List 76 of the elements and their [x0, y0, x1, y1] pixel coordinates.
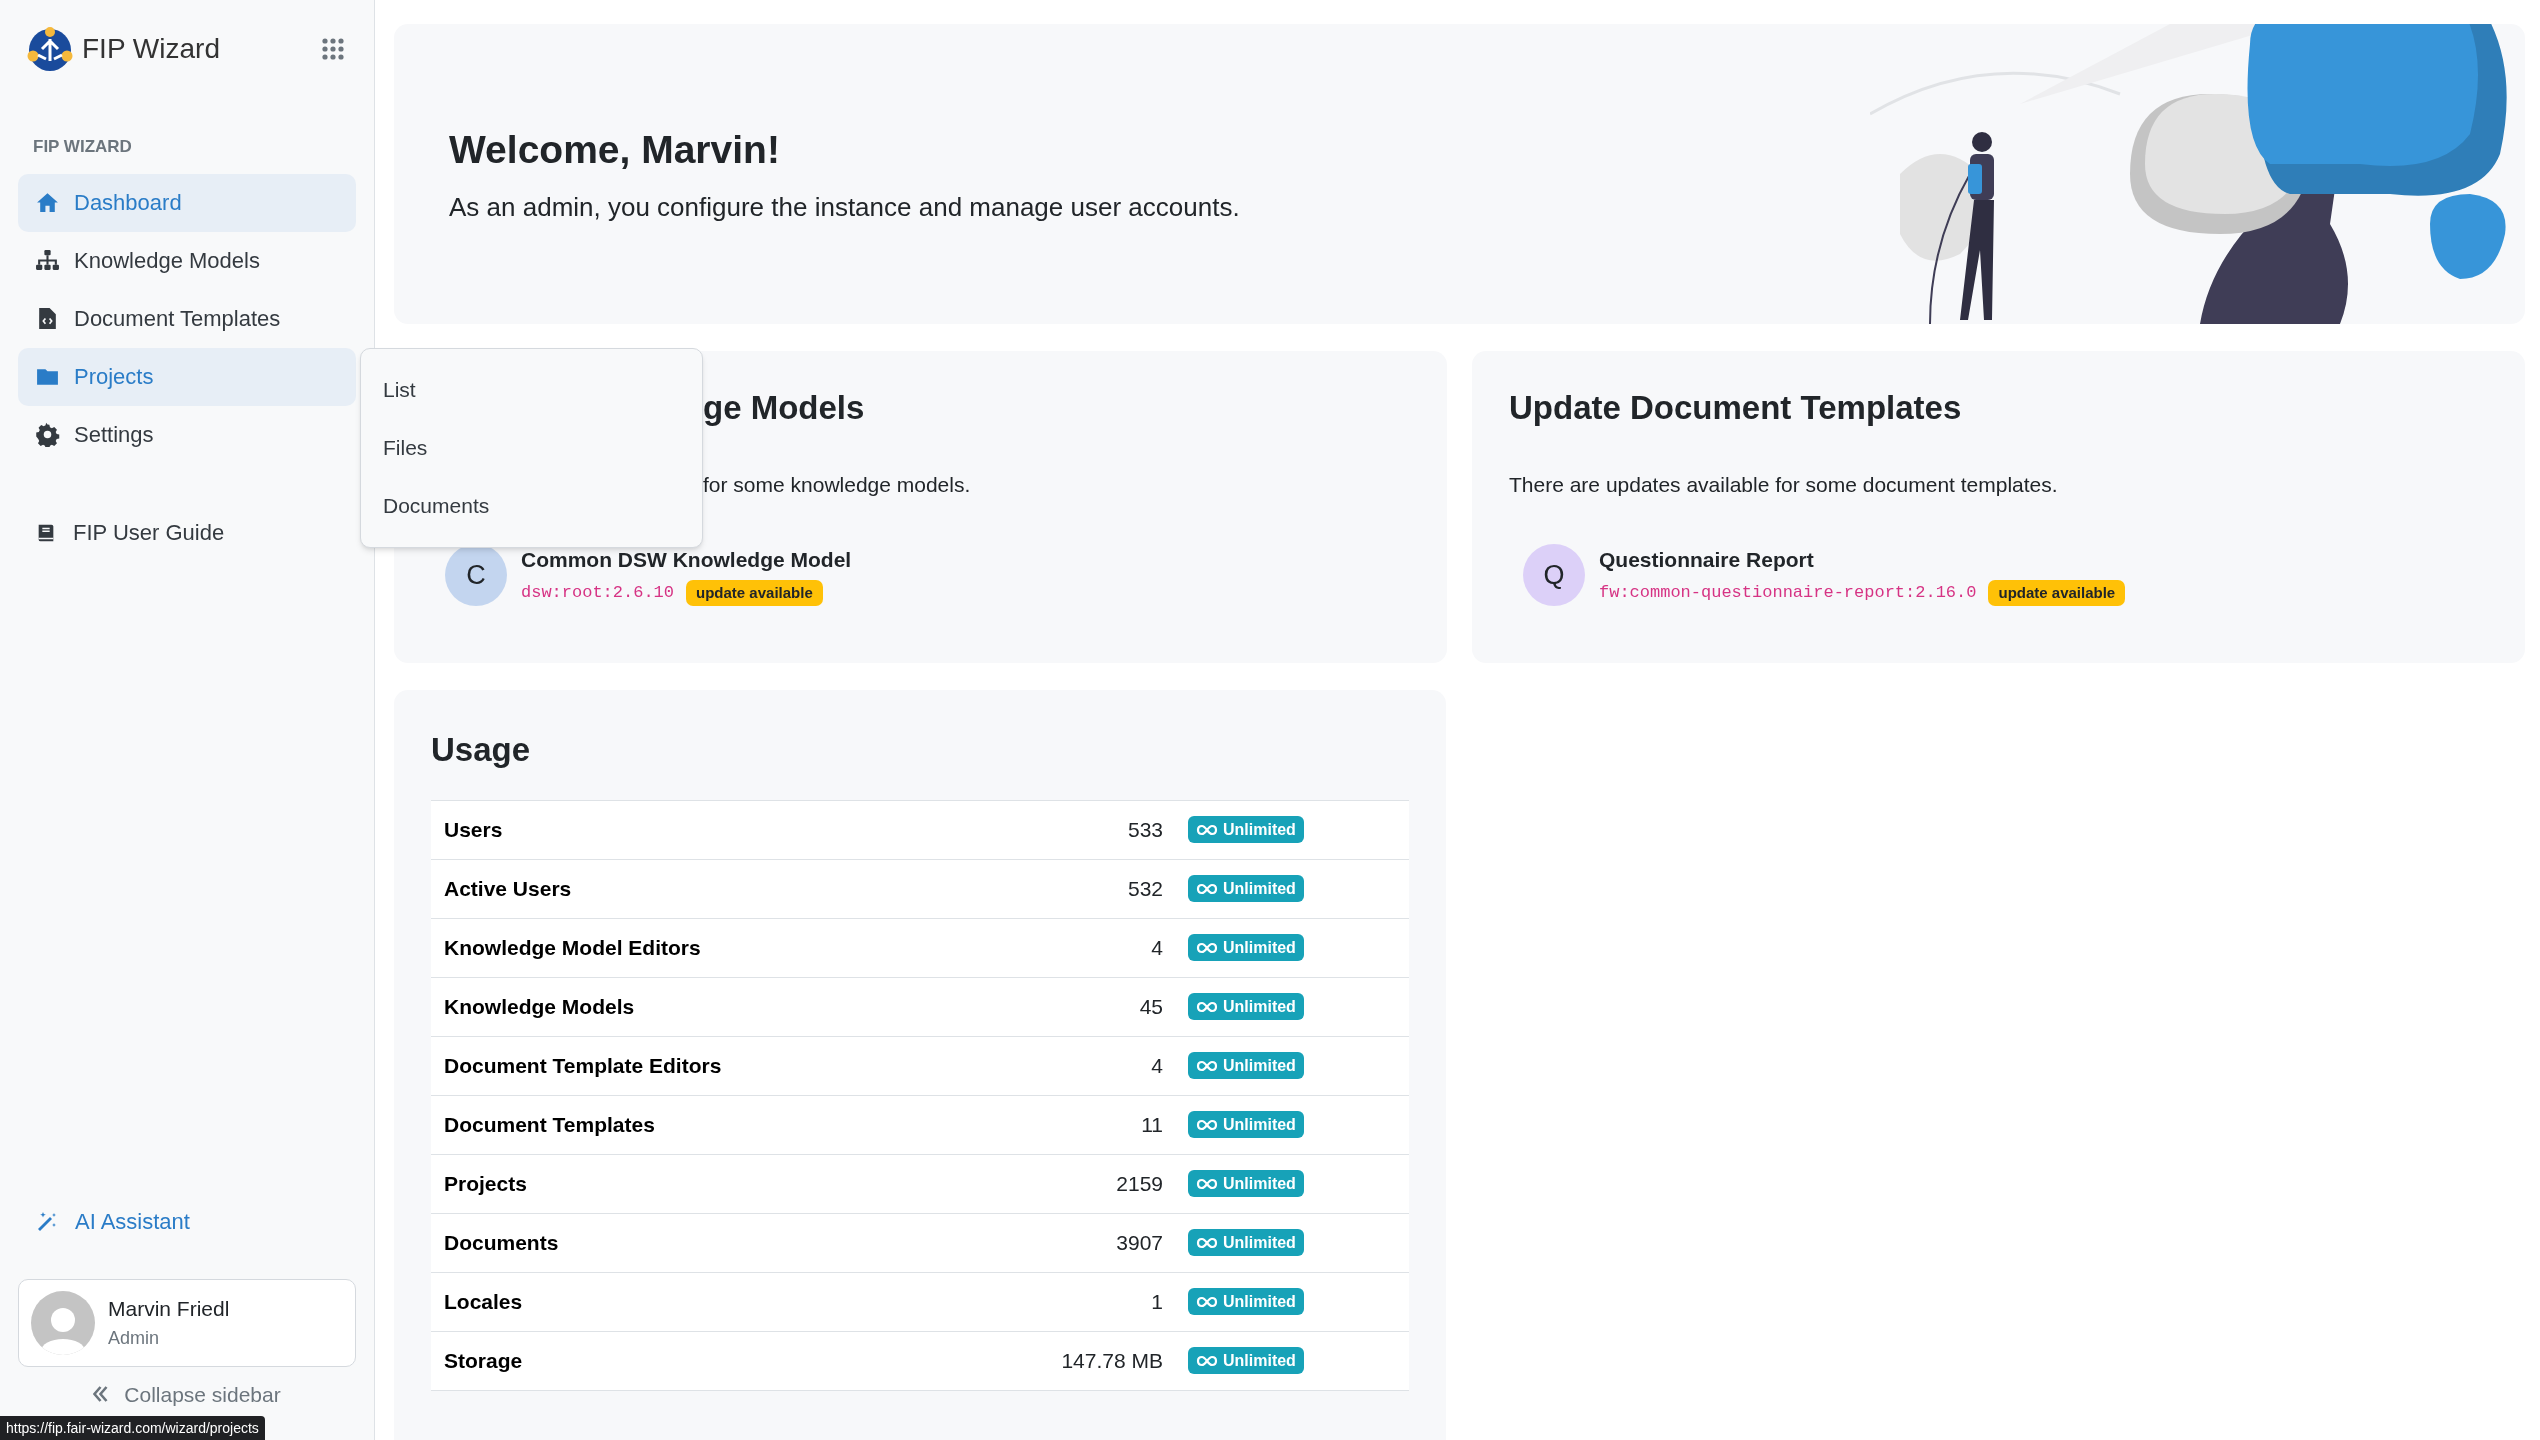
usage-label: Projects — [444, 1170, 528, 1197]
usage-value: 147.78 MB — [1060, 1347, 1163, 1374]
usage-label: Active Users — [444, 875, 573, 902]
limit-badge: Unlimited — [1188, 816, 1304, 843]
nav-item[interactable]: Settings — [18, 405, 356, 464]
usage-value: 2159 — [1115, 1170, 1163, 1197]
item-name[interactable]: Common DSW Knowledge Model — [521, 544, 852, 576]
usage-label: Document Templates — [444, 1111, 656, 1138]
settings-icon — [35, 422, 60, 447]
usage-value: 3907 — [1115, 1229, 1163, 1256]
usage-label: Documents — [444, 1229, 560, 1256]
usage-value: 11 — [1140, 1111, 1163, 1138]
limit-badge: Unlimited — [1188, 1170, 1304, 1197]
avatar-initial: Q — [1523, 544, 1585, 606]
usage-value: 1 — [1150, 1288, 1163, 1315]
item-id: fw:common-questionnaire-report:2.16.0 — [1599, 582, 1977, 604]
user-guide-link[interactable]: FIP User Guide — [18, 503, 356, 562]
infinity-icon — [1196, 1354, 1218, 1367]
infinity-icon — [1196, 823, 1218, 836]
infinity-icon — [1196, 1177, 1218, 1190]
infinity-icon — [1196, 1059, 1218, 1072]
item-id: dsw:root:2.6.10 — [521, 582, 675, 604]
usage-label: Document Template Editors — [444, 1052, 723, 1079]
limit-badge: Unlimited — [1188, 1111, 1304, 1138]
card-description: There are updates available for some document templates. — [1509, 471, 2059, 498]
limit-badge: Unlimited — [1188, 934, 1304, 961]
limit-badge: Unlimited — [1188, 875, 1304, 902]
infinity-icon — [1196, 1236, 1218, 1249]
home-icon — [35, 190, 60, 215]
usage-value: 4 — [1150, 1052, 1163, 1079]
logo-icon — [26, 25, 74, 73]
limit-badge: Unlimited — [1188, 1288, 1304, 1315]
usage-value: 533 — [1126, 816, 1163, 843]
usage-value: 532 — [1126, 875, 1163, 902]
usage-label: Storage — [444, 1347, 524, 1374]
nav-item[interactable]: Document Templates — [18, 289, 356, 348]
submenu-item[interactable]: Files — [361, 419, 702, 477]
card-description: for some knowledge models. — [703, 471, 972, 498]
status-badge: update available — [686, 579, 823, 606]
usage-title: Usage — [431, 730, 532, 770]
limit-badge: Unlimited — [1188, 993, 1304, 1020]
submenu-item[interactable]: List — [361, 361, 702, 419]
usage-label: Knowledge Models — [444, 993, 636, 1020]
user-role: Admin — [108, 1326, 161, 1350]
double-chevron-icon — [93, 1385, 109, 1404]
section-label: FIP WIZARD — [32, 136, 133, 158]
user-name: Marvin Friedl — [108, 1296, 230, 1323]
status-badge: update available — [1988, 579, 2126, 606]
sitemap-icon — [35, 248, 60, 273]
usage-value: 4 — [1150, 934, 1163, 961]
usage-value: 45 — [1138, 993, 1163, 1020]
collapse-sidebar-button[interactable]: Collapse sidebar — [93, 1378, 281, 1410]
usage-label: Knowledge Model Editors — [444, 934, 702, 961]
usage-label: Users — [444, 816, 504, 843]
ai-assistant-link[interactable]: AI Assistant — [18, 1192, 356, 1251]
app-name: FIP Wizard — [82, 32, 220, 66]
nav-item[interactable]: Projects — [18, 347, 356, 406]
infinity-icon — [1196, 1118, 1218, 1131]
welcome-title: Welcome, Marvin! — [449, 127, 781, 174]
infinity-icon — [1196, 1295, 1218, 1308]
submenu-item[interactable]: Documents — [361, 477, 702, 535]
nav-item[interactable]: Dashboard — [18, 173, 356, 232]
user-profile-card[interactable]: Marvin Friedl Admin — [18, 1278, 356, 1367]
status-url: https://fip.fair-wizard.com/wizard/projects — [0, 1416, 265, 1440]
limit-badge: Unlimited — [1188, 1347, 1304, 1374]
infinity-icon — [1196, 941, 1218, 954]
infinity-icon — [1196, 882, 1218, 895]
item-name[interactable]: Questionnaire Report — [1599, 544, 2126, 576]
usage-label: Locales — [444, 1288, 524, 1315]
nav-item[interactable]: Knowledge Models — [18, 231, 356, 290]
card-title: Update Document Templates — [1509, 388, 1963, 428]
welcome-text: As an admin, you configure the instance and manage user accounts. — [449, 190, 1241, 224]
limit-badge: Unlimited — [1188, 1052, 1304, 1079]
limit-badge: Unlimited — [1188, 1229, 1304, 1256]
infinity-icon — [1196, 1000, 1218, 1013]
card-title: ge Models — [703, 388, 866, 428]
